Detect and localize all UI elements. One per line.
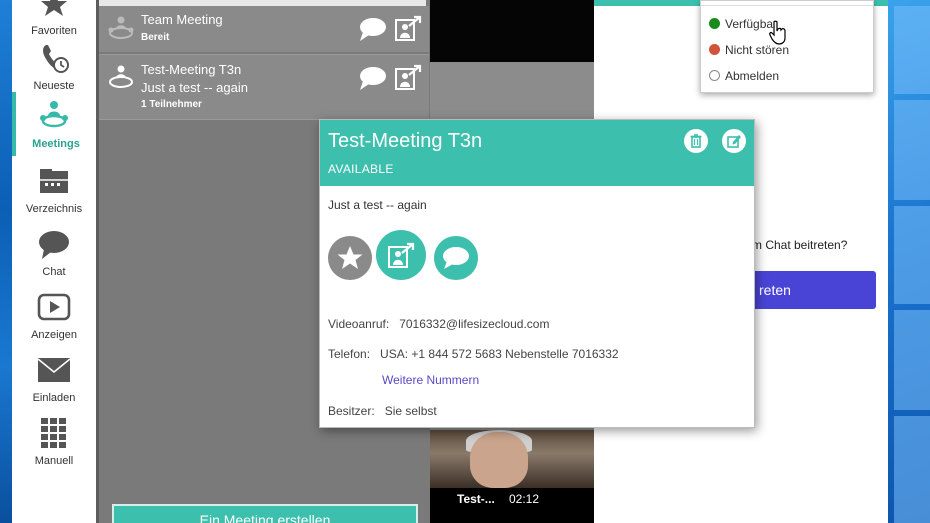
- card-status: AVAILABLE: [328, 162, 394, 176]
- hand-cursor-icon: [769, 20, 786, 45]
- sidebar-nav: Favoriten Neueste Meetings Verzeichnis C…: [12, 0, 96, 523]
- phone-number: USA: +1 844 572 5683 Nebenstelle 7016332: [380, 347, 619, 361]
- list-item[interactable]: Team Meeting Bereit: [99, 6, 429, 52]
- call-control-bar: Test-... 02:12: [430, 488, 594, 523]
- star-icon: [41, 0, 67, 16]
- more-numbers-link[interactable]: Weitere Nummern: [382, 373, 479, 387]
- delete-button[interactable]: [684, 129, 708, 153]
- meeting-title: Team Meeting: [141, 12, 223, 27]
- chat-bubble-icon: [39, 231, 69, 259]
- presence-status-menu: Verfügbar Nicht stören Abmelden: [700, 0, 874, 93]
- screen-share-icon: [388, 242, 415, 268]
- sidebar-item-label: Anzeigen: [31, 329, 77, 341]
- meeting-status: Bereit: [141, 32, 170, 43]
- dialpad-icon: [41, 418, 66, 448]
- video-top: [430, 0, 594, 62]
- status-dot-icon: [709, 18, 720, 29]
- status-dot-icon: [709, 70, 720, 81]
- status-option-signout[interactable]: Abmelden: [709, 69, 779, 83]
- meeting-room-icon: [108, 16, 134, 39]
- self-view-camera: [430, 430, 594, 488]
- screen-share-icon[interactable]: [393, 63, 423, 93]
- envelope-icon: [37, 358, 71, 382]
- sidebar-item-label: Chat: [42, 266, 66, 278]
- owner-info: Besitzer: Sie selbst: [328, 404, 437, 418]
- sidebar-item-neueste[interactable]: Neueste: [12, 35, 96, 98]
- video-call-address: 7016332@lifesizecloud.com: [399, 317, 550, 331]
- desktop-background-right: [888, 0, 930, 523]
- join-chat-question: m Chat beitreten?: [752, 238, 848, 252]
- status-option-available[interactable]: Verfügbar: [709, 17, 777, 31]
- desktop-background-left: [0, 0, 12, 523]
- card-header: Test-Meeting T3n AVAILABLE: [320, 120, 754, 186]
- sidebar-item-label: Neueste: [33, 80, 75, 92]
- screen-share-icon[interactable]: [393, 14, 423, 44]
- chat-bubble-icon[interactable]: [357, 16, 387, 42]
- join-button-label: reten: [759, 282, 791, 298]
- card-title: Test-Meeting T3n: [328, 130, 483, 152]
- call-name: Test-...: [457, 492, 495, 506]
- chat-button[interactable]: [434, 236, 478, 280]
- video-call-info: Videoanruf: 7016332@lifesizecloud.com: [328, 317, 550, 331]
- edit-button[interactable]: [722, 129, 746, 153]
- list-item[interactable]: Test-Meeting T3n Just a test -- again 1 …: [99, 54, 429, 120]
- favorite-button[interactable]: [328, 236, 372, 280]
- screen-share-button[interactable]: [376, 230, 426, 280]
- sidebar-item-verzeichnis[interactable]: Verzeichnis: [12, 158, 96, 221]
- sidebar-item-anzeigen[interactable]: Anzeigen: [12, 284, 96, 347]
- create-meeting-button[interactable]: Ein Meeting erstellen: [112, 504, 418, 523]
- sidebar-item-manuell[interactable]: Manuell: [12, 410, 96, 473]
- directory-icon: [40, 169, 68, 193]
- chat-bubble-icon: [443, 247, 469, 269]
- sidebar-item-label: Manuell: [34, 455, 74, 467]
- meeting-detail-card: Test-Meeting T3n AVAILABLE Just a test -…: [319, 119, 755, 428]
- owner-value: Sie selbst: [384, 404, 437, 418]
- call-timer: 02:12: [509, 492, 540, 506]
- sidebar-item-label: Einladen: [32, 392, 76, 404]
- trash-icon: [690, 134, 702, 148]
- meeting-description: Just a test -- again: [141, 80, 248, 95]
- edit-icon: [727, 135, 741, 148]
- sidebar-item-chat[interactable]: Chat: [12, 221, 96, 284]
- sidebar-item-einladen[interactable]: Einladen: [12, 347, 96, 410]
- play-icon: [37, 293, 71, 321]
- meeting-participants: 1 Teilnehmer: [141, 99, 202, 110]
- join-button[interactable]: reten: [741, 271, 876, 309]
- phone-clock-icon: [43, 45, 69, 73]
- status-dot-icon: [709, 44, 720, 55]
- sidebar-item-label: Meetings: [32, 138, 80, 150]
- meeting-icon: [40, 101, 68, 128]
- chat-bubble-icon[interactable]: [357, 65, 387, 91]
- sidebar-item-meetings[interactable]: Meetings: [12, 92, 96, 156]
- star-icon: [337, 246, 363, 269]
- card-description: Just a test -- again: [328, 198, 427, 212]
- meeting-room-icon: [109, 65, 133, 88]
- meeting-title: Test-Meeting T3n: [141, 62, 242, 77]
- phone-info: Telefon: USA: +1 844 572 5683 Nebenstell…: [328, 347, 619, 361]
- sidebar-item-label: Verzeichnis: [25, 203, 83, 215]
